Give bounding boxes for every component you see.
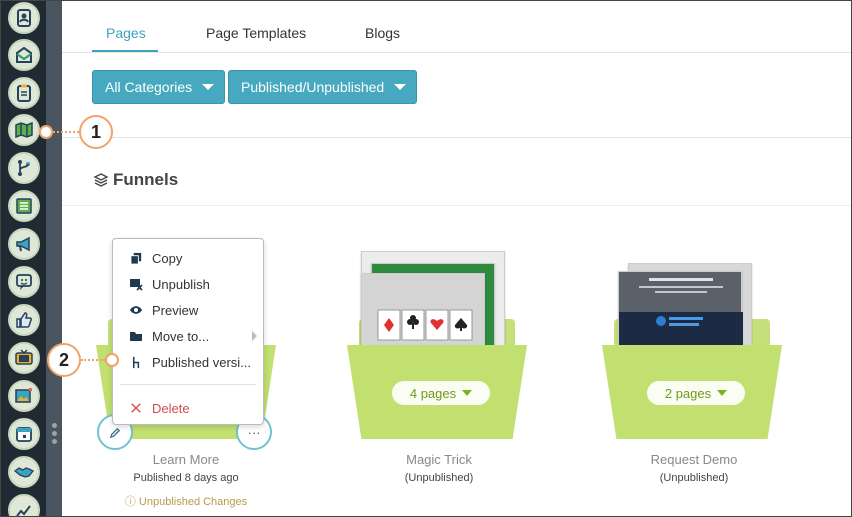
chat-icon[interactable] xyxy=(8,266,40,298)
layers-icon xyxy=(93,173,109,187)
menu-item-label: Published versi... xyxy=(152,354,251,370)
section-heading: Funnels xyxy=(93,170,178,190)
warning-text: Unpublished Changes xyxy=(138,496,248,508)
pages-count: 4 pages xyxy=(409,385,457,401)
folder-status: (Unpublished) xyxy=(659,472,729,484)
image-icon[interactable] xyxy=(8,380,40,412)
folder-name[interactable]: Request Demo xyxy=(604,452,784,467)
chevron-down-icon xyxy=(202,84,215,90)
callout-badge: 1 xyxy=(79,115,113,149)
category-filter-dropdown[interactable]: All Categories xyxy=(92,70,225,104)
divider xyxy=(62,52,851,53)
chevron-right-icon xyxy=(252,331,257,341)
context-menu: Copy Unpublish Preview Move to... Publis… xyxy=(112,238,264,425)
close-icon xyxy=(129,401,143,415)
contacts-icon[interactable] xyxy=(8,2,40,34)
menu-item-delete[interactable]: Delete xyxy=(113,397,263,419)
branch-icon[interactable] xyxy=(8,152,40,184)
callout-badge: 2 xyxy=(47,343,81,377)
calendar-icon[interactable] xyxy=(8,418,40,450)
version-icon xyxy=(129,355,143,369)
status-filter-dropdown[interactable]: Published/Unpublished xyxy=(228,70,417,104)
menu-item-published-versions[interactable]: Published versi... xyxy=(113,351,263,373)
unpublish-icon xyxy=(129,277,143,291)
menu-item-label: Move to... xyxy=(152,328,210,344)
callout-connector xyxy=(53,131,79,133)
list-icon[interactable] xyxy=(8,190,40,222)
menu-item-label: Copy xyxy=(152,250,183,266)
unpublished-changes-warning: ⓘ Unpublished Changes xyxy=(96,493,276,509)
callout-connector xyxy=(81,359,105,361)
map-icon[interactable] xyxy=(8,114,40,146)
pages-count: 2 pages xyxy=(664,385,712,401)
menu-divider xyxy=(120,384,256,385)
divider xyxy=(62,137,851,138)
tab-bar xyxy=(62,1,851,53)
menu-item-label: Delete xyxy=(152,400,190,416)
page-thumbnail xyxy=(361,273,485,353)
menu-item-unpublish[interactable]: Unpublish xyxy=(113,273,263,295)
divider xyxy=(62,205,851,206)
menu-item-copy[interactable]: Copy xyxy=(113,247,263,269)
app-window: Pages Page Templates Blogs All Categorie… xyxy=(0,0,852,517)
pages-count-dropdown[interactable]: 2 pages xyxy=(647,381,745,405)
folder-status: (Unpublished) xyxy=(404,472,474,484)
tv-icon[interactable] xyxy=(8,342,40,374)
megaphone-icon[interactable] xyxy=(8,228,40,260)
copy-icon xyxy=(129,251,143,265)
chevron-down-icon xyxy=(394,84,407,90)
menu-item-preview[interactable]: Preview xyxy=(113,299,263,321)
clipboard-icon[interactable] xyxy=(8,77,40,109)
folder-name[interactable]: Magic Trick xyxy=(349,452,529,467)
pencil-icon xyxy=(109,427,120,438)
menu-item-move-to[interactable]: Move to... xyxy=(113,325,263,347)
menu-item-label: Unpublish xyxy=(152,276,210,292)
chevron-down-icon xyxy=(462,390,473,396)
page-thumbnail xyxy=(618,271,743,356)
pages-count-dropdown[interactable]: 4 pages xyxy=(392,381,490,405)
status-filter-label: Published/Unpublished xyxy=(241,79,385,95)
info-icon: ⓘ xyxy=(124,496,139,508)
handshake-icon[interactable] xyxy=(8,456,40,488)
menu-item-label: Preview xyxy=(152,302,199,318)
sidebar-resize-handle[interactable] xyxy=(50,423,58,449)
funnel-folder-magic-trick[interactable]: 4 pages xyxy=(347,241,527,441)
callout-anchor xyxy=(39,125,53,139)
callout-anchor xyxy=(105,353,119,367)
tab-page-templates[interactable]: Page Templates xyxy=(206,25,306,41)
sidebar xyxy=(1,1,46,516)
folder-status: Published 8 days ago xyxy=(133,472,239,484)
tab-blogs[interactable]: Blogs xyxy=(365,25,400,41)
funnel-folder-request-demo[interactable]: 2 pages xyxy=(602,241,782,441)
chart-icon[interactable] xyxy=(8,494,40,516)
folder-icon xyxy=(129,329,143,343)
thumbs-up-icon[interactable] xyxy=(8,304,40,336)
category-filter-label: All Categories xyxy=(105,79,193,95)
section-title: Funnels xyxy=(113,170,179,189)
folder-name[interactable]: Learn More xyxy=(96,452,276,467)
chevron-down-icon xyxy=(717,390,728,396)
mail-icon[interactable] xyxy=(8,39,40,71)
eye-icon xyxy=(129,303,143,317)
tab-pages[interactable]: Pages xyxy=(106,25,146,41)
